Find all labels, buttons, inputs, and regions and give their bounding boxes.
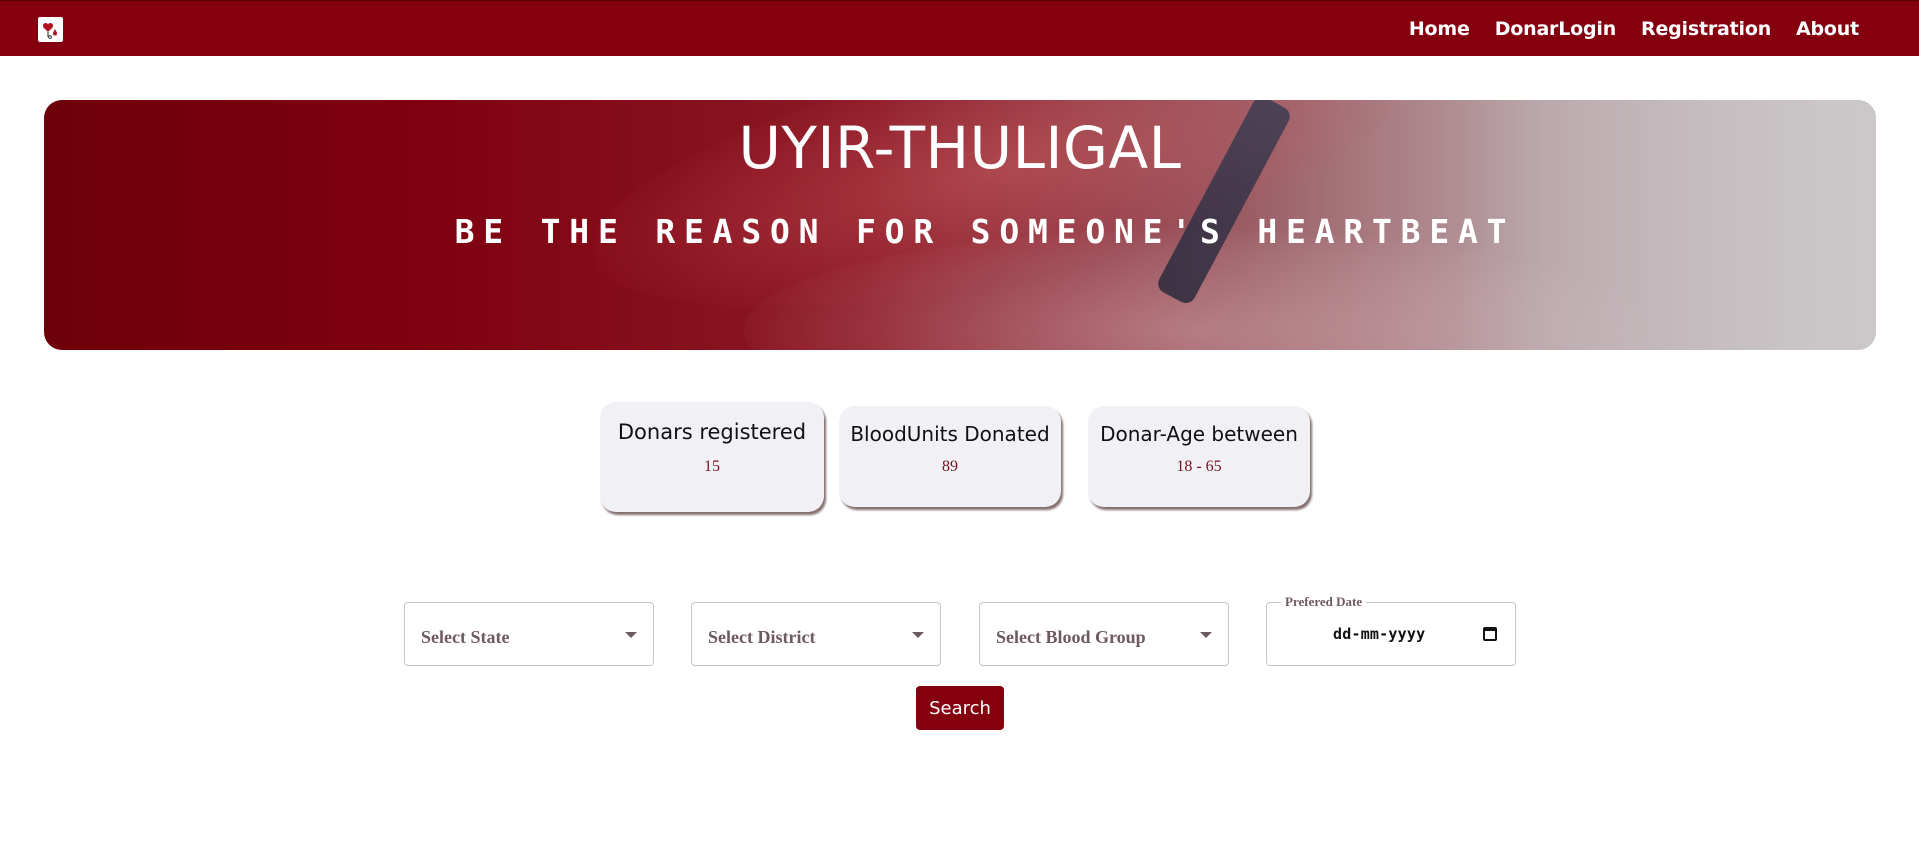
blood-group-select-placeholder: Select Blood Group	[996, 627, 1146, 647]
nav-donar-login-link[interactable]: DonarLogin	[1495, 18, 1617, 40]
navbar: Home DonarLogin Registration About	[0, 0, 1919, 56]
stat-card-blood-units-donated: BloodUnits Donated 89	[839, 406, 1061, 507]
prefered-date-label: Prefered Date	[1281, 594, 1367, 610]
prefered-date-input[interactable]: Prefered Date dd-mm-yyyy	[1266, 594, 1516, 666]
stat-label: Donars registered	[617, 420, 807, 444]
hero-title: UYIR-THULIGAL	[738, 114, 1182, 182]
stat-card-donar-age: Donar-Age between 18 - 65	[1088, 406, 1310, 507]
blood-group-select[interactable]: Select Blood Group	[979, 602, 1229, 666]
dropdown-arrow-icon	[912, 632, 924, 638]
stat-value: 89	[942, 458, 958, 475]
nav-about-link[interactable]: About	[1796, 18, 1859, 40]
stat-label: BloodUnits Donated	[850, 422, 1050, 446]
stat-card-donars-registered: Donars registered 15	[600, 402, 824, 512]
nav-home-link[interactable]: Home	[1409, 18, 1470, 40]
search-button[interactable]: Search	[916, 686, 1004, 730]
district-select-placeholder: Select District	[708, 627, 816, 647]
hero-banner: UYIR-THULIGAL BE THE REASON FOR SOMEONE'…	[44, 100, 1876, 350]
prefered-date-value: dd-mm-yyyy	[1333, 625, 1426, 643]
dropdown-arrow-icon	[625, 632, 637, 638]
stat-value: 15	[704, 458, 720, 475]
stat-label: Donar-Age between	[1100, 422, 1298, 446]
state-select[interactable]: Select State	[404, 602, 654, 666]
district-select[interactable]: Select District	[691, 602, 941, 666]
nav-links: Home DonarLogin Registration About	[1409, 1, 1859, 57]
blood-drop-heart-icon[interactable]	[38, 17, 63, 42]
calendar-icon[interactable]	[1483, 627, 1497, 641]
stat-value: 18 - 65	[1176, 458, 1222, 475]
dropdown-arrow-icon	[1200, 632, 1212, 638]
nav-registration-link[interactable]: Registration	[1641, 18, 1771, 40]
state-select-placeholder: Select State	[421, 627, 510, 647]
hero-subtitle: BE THE REASON FOR SOMEONE'S HEARTBEAT	[454, 212, 1516, 251]
